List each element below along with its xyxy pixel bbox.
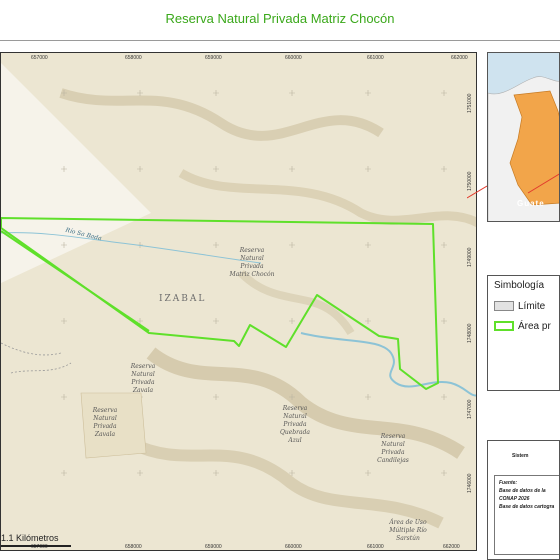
y-tick-right: 1746000 xyxy=(467,473,473,493)
locator-connector xyxy=(467,185,487,199)
map-title: Reserva Natural Privada Matriz Chocón xyxy=(165,11,395,26)
x-tick-top: 660000 xyxy=(285,55,302,61)
legend-swatch xyxy=(494,321,514,332)
x-tick-top: 659000 xyxy=(205,55,222,61)
scale-label: 1.1 Kilómetros xyxy=(1,533,59,543)
y-tick-right: 1748000 xyxy=(467,323,473,343)
place-label-matriz: Reserva Natural Privada Matriz Chocón xyxy=(229,247,275,278)
source-line: Base de datos de la xyxy=(499,488,546,494)
x-tick-bottom: 658000 xyxy=(125,544,142,550)
river-main xyxy=(300,332,476,397)
hill-ridge xyxy=(59,88,384,141)
place-label-zavala: Reserva Natural Privada Zavala xyxy=(130,363,156,394)
main-map[interactable]: 657000 658000 659000 660000 661000 66200… xyxy=(0,52,477,551)
x-tick-bottom: 662000 xyxy=(443,544,460,550)
locator-canvas xyxy=(488,76,559,221)
x-tick-bottom: 661000 xyxy=(367,544,384,550)
y-tick-right: 1749000 xyxy=(467,247,473,267)
x-tick-bottom: 659000 xyxy=(205,544,222,550)
y-tick-right: 1751000 xyxy=(467,93,473,113)
source-line: CONAP 2026 xyxy=(499,496,530,502)
legend-title: Simbología xyxy=(494,280,545,291)
x-tick-bottom: 660000 xyxy=(285,544,302,550)
legend: Simbología Límite Área pr xyxy=(487,275,560,391)
legend-label: Área pr xyxy=(518,321,551,332)
x-tick-top: 658000 xyxy=(125,55,142,61)
place-label-zavala: Reserva Natural Privada Zavala xyxy=(92,407,118,438)
info-title: Sistem xyxy=(512,453,529,459)
track xyxy=(1,342,62,356)
legend-item-area: Área pr xyxy=(494,321,551,335)
source-box: Fuente: Base de datos de la CONAP 2026 B… xyxy=(494,475,559,555)
x-tick-top: 657000 xyxy=(31,55,48,61)
hill-ridge xyxy=(238,270,355,336)
hill-ridge xyxy=(178,169,476,228)
place-label-candilejas: Reserva Natural Privada Candilejas xyxy=(377,433,409,464)
place-label-quebrada: Reserva Natural Privada Quebrada Azul xyxy=(279,405,311,444)
source-line: Fuente: xyxy=(499,480,518,486)
source-line: Base de datos cartogra xyxy=(499,504,555,510)
locator-map[interactable]: Guate 721 xyxy=(487,52,560,222)
track xyxy=(10,362,72,374)
legend-swatch xyxy=(494,301,514,312)
map-canvas xyxy=(1,63,476,529)
x-tick-top: 662000 xyxy=(451,55,468,61)
country-label: Guate xyxy=(517,199,545,208)
x-tick-top: 661000 xyxy=(367,55,384,61)
legend-label: Límite xyxy=(518,301,546,312)
title-divider xyxy=(0,40,560,41)
legend-item-limite: Límite xyxy=(494,301,545,315)
scale-bar xyxy=(1,545,71,547)
y-tick-right: 1747000 xyxy=(467,399,473,419)
info-panel: Sistem Fuente: Base de datos de la CONAP… xyxy=(487,440,560,560)
region-label: IZABAL xyxy=(159,294,207,304)
place-label-sarstun: Área de Uso Múltiple Río Sarstún xyxy=(389,519,427,542)
